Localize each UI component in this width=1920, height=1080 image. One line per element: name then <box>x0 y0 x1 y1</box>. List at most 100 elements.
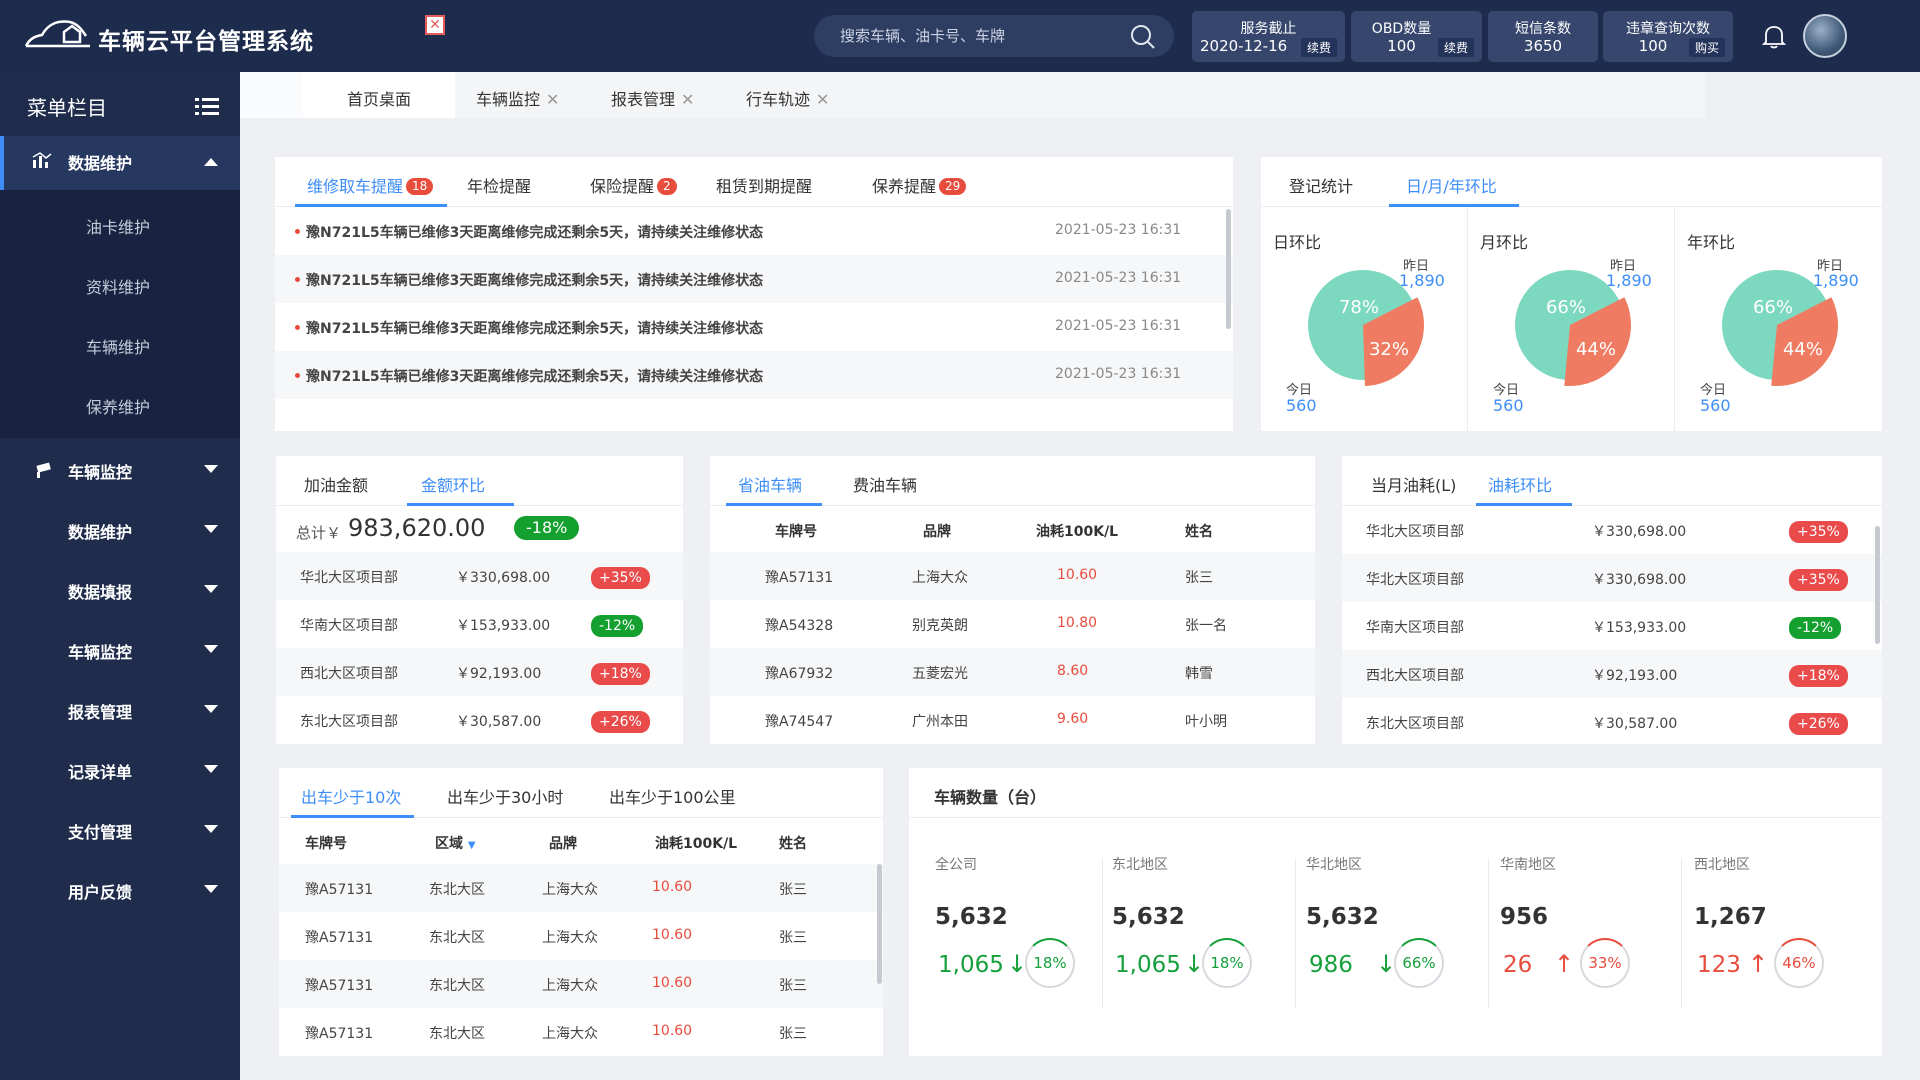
plate-number: 豫A57131 <box>765 570 834 586</box>
reminder-time: 2021-05-23 16:31 <box>1055 222 1182 238</box>
tab-trajectory[interactable]: 行车轨迹 ✕ <box>746 86 829 110</box>
table-row[interactable]: 华北大区项目部 ￥330,698.00 +35% <box>1342 506 1882 554</box>
panel-header: 出车少于10次 出车少于30小时 出车少于100公里 <box>279 768 883 818</box>
tab-hours-under-30[interactable]: 出车少于30小时 <box>447 784 563 808</box>
search-input[interactable]: 搜索车辆、油卡号、车牌 <box>840 25 1005 46</box>
table-row[interactable]: 豫A54328 别克英朗 10.80 张一名 <box>710 600 1315 648</box>
tab-period-ratio[interactable]: 日/月/年环比 <box>1406 173 1497 197</box>
table-row[interactable]: 西北大区项目部 ￥92,193.00 +18% <box>1342 650 1882 698</box>
driver-name: 韩雪 <box>1185 666 1213 682</box>
tab-amount-ratio[interactable]: 金额环比 <box>421 472 485 496</box>
bell-icon[interactable] <box>1760 22 1788 50</box>
fuel-efficiency-panel: 省油车辆 费油车辆 车牌号 品牌 油耗100K/L 姓名 豫A57131 上海大众… <box>710 456 1315 744</box>
renew-button[interactable]: 续费 <box>1437 38 1474 57</box>
scrollbar[interactable] <box>877 864 882 984</box>
tab-fuel-amount[interactable]: 加油金额 <box>304 472 368 496</box>
close-icon[interactable]: ✕ <box>546 90 559 109</box>
bullet-dot <box>295 277 300 282</box>
tab-maintenance[interactable]: 保养提醒 29 <box>872 173 967 197</box>
consumption-panel: 当月油耗(L) 油耗环比 华北大区项目部 ￥330,698.00 +35% 华北大区项… <box>1342 456 1882 744</box>
tab-annual-inspection[interactable]: 年检提醒 <box>467 173 531 197</box>
table-row[interactable]: 东北大区项目部 ￥30,587.00 +26% <box>276 696 683 744</box>
table-row[interactable]: 豫A57131 东北大区 上海大众 10.60 张三 <box>279 960 883 1008</box>
sidebar-item[interactable]: 记录详单 <box>0 747 240 791</box>
user-avatar[interactable] <box>1803 14 1847 58</box>
chevron-down-icon <box>204 885 218 893</box>
tab-vehicle-monitor[interactable]: 车辆监控 ✕ <box>476 86 559 110</box>
table-row[interactable]: 华南大区项目部 ￥153,933.00 -12% <box>1342 602 1882 650</box>
table-row[interactable]: 豫A67932 五菱宏光 8.60 韩雪 <box>710 648 1315 696</box>
table-row[interactable]: 豫A57131 东北大区 上海大众 10.60 张三 <box>279 864 883 912</box>
sidebar-item[interactable]: 数据维护 <box>0 507 240 551</box>
sidebar-item-vehicle-monitor[interactable]: 车辆监控 <box>0 447 240 491</box>
tab-consumption-ratio[interactable]: 油耗环比 <box>1488 472 1552 496</box>
close-icon[interactable]: ✕ <box>816 90 829 109</box>
region-name: 华北大区项目部 <box>1366 572 1464 588</box>
panel-title: 车辆数量（台） <box>934 788 1047 807</box>
region-name: 西北大区项目部 <box>300 666 398 682</box>
close-icon[interactable]: ✕ <box>681 90 694 109</box>
plate-number: 豫A57131 <box>305 978 374 994</box>
percent-ring: 18% <box>1202 938 1252 988</box>
table-row[interactable]: 华北大区项目部 ￥330,698.00 +35% <box>1342 554 1882 602</box>
sidebar-item-label: 数据维护 <box>68 523 133 542</box>
sidebar-item-data-maintenance[interactable]: 数据维护 <box>0 136 240 190</box>
tab-home[interactable]: 首页桌面 <box>303 72 455 118</box>
sidebar-subitem[interactable]: 油卡维护 <box>86 214 150 238</box>
table-row[interactable]: 华南大区项目部 ￥153,933.00 -12% <box>276 600 683 648</box>
sidebar-item[interactable]: 用户反馈 <box>0 867 240 911</box>
card-title: OBD数量 <box>1371 21 1432 37</box>
tab-registration-stats[interactable]: 登记统计 <box>1289 173 1353 197</box>
tab-insurance[interactable]: 保险提醒 2 <box>590 173 677 197</box>
region-total: 5,632 <box>1306 904 1379 930</box>
scrollbar[interactable] <box>1875 526 1880 644</box>
sidebar-subitem[interactable]: 车辆维护 <box>86 334 150 358</box>
sidebar-subitem[interactable]: 保养维护 <box>86 394 150 418</box>
tab-monthly-consumption[interactable]: 当月油耗(L) <box>1371 472 1456 496</box>
table-row[interactable]: 豫A57131 东北大区 上海大众 10.60 张三 <box>279 912 883 960</box>
region-name: 华南大区项目部 <box>1366 620 1464 636</box>
sort-caret-icon[interactable]: ▼ <box>468 840 476 851</box>
tab-label: 车辆监控 <box>476 90 541 109</box>
change-badge: +26% <box>1789 713 1848 735</box>
tab-trips-under-10[interactable]: 出车少于10次 <box>301 784 401 808</box>
search-box[interactable]: 搜索车辆、油卡号、车牌 <box>814 15 1174 57</box>
table-row[interactable]: 东北大区项目部 ￥30,587.00 +26% <box>1342 698 1882 746</box>
reminder-time: 2021-05-23 16:31 <box>1055 366 1182 382</box>
sidebar-item[interactable]: 支付管理 <box>0 807 240 851</box>
divider <box>1102 858 1103 1008</box>
table-row[interactable]: 豫A57131 上海大众 10.60 张三 <box>710 552 1315 600</box>
table-row[interactable]: 豫A74547 广州本田 9.60 叶小明 <box>710 696 1315 744</box>
sidebar-item-label: 车辆监控 <box>68 463 133 482</box>
list-item[interactable]: 豫N721L5车辆已维修3天距离维修完成还剩余5天，请持续关注维修状态 2021-… <box>275 351 1233 399</box>
search-icon[interactable] <box>1130 24 1156 50</box>
tab-repair-pickup[interactable]: 维修取车提醒 18 <box>307 173 434 197</box>
amount: ￥30,587.00 <box>1592 716 1678 732</box>
driver-name: 张三 <box>779 930 807 946</box>
tab-fuel-saving[interactable]: 省油车辆 <box>738 472 802 496</box>
tab-km-under-100[interactable]: 出车少于100公里 <box>609 784 736 808</box>
scrollbar[interactable] <box>1226 209 1231 329</box>
active-tab-underline <box>407 503 514 506</box>
tab-fuel-wasting[interactable]: 费油车辆 <box>853 472 917 496</box>
close-icon[interactable]: ✕ <box>425 15 445 35</box>
total-change-badge: -18% <box>514 516 580 540</box>
table-row[interactable]: 西北大区项目部 ￥92,193.00 +18% <box>276 648 683 696</box>
chevron-up-icon <box>204 158 218 166</box>
change-badge: +35% <box>1789 521 1848 543</box>
column-header[interactable]: 区域 ▼ <box>435 833 476 853</box>
sidebar-item[interactable]: 报表管理 <box>0 687 240 731</box>
list-item[interactable]: 豫N721L5车辆已维修3天距离维修完成还剩余5天，请持续关注维修状态 2021-… <box>275 255 1233 303</box>
tab-lease-expiry[interactable]: 租赁到期提醒 <box>716 173 812 197</box>
buy-button[interactable]: 购买 <box>1688 38 1725 57</box>
sidebar-subitem[interactable]: 资料维护 <box>86 274 150 298</box>
table-row[interactable]: 豫A57131 东北大区 上海大众 10.60 张三 <box>279 1008 883 1056</box>
tab-reports[interactable]: 报表管理 ✕ <box>611 86 694 110</box>
chart-icon <box>32 152 52 168</box>
list-item[interactable]: 豫N721L5车辆已维修3天距离维修完成还剩余5天，请持续关注维修状态 2021-… <box>275 303 1233 351</box>
table-row[interactable]: 华北大区项目部 ￥330,698.00 +35% <box>276 552 683 600</box>
list-item[interactable]: 豫N721L5车辆已维修3天距离维修完成还剩余5天，请持续关注维修状态 2021-… <box>275 207 1233 255</box>
sidebar-item[interactable]: 车辆监控 <box>0 627 240 671</box>
sidebar-item[interactable]: 数据填报 <box>0 567 240 611</box>
list-menu-icon[interactable] <box>195 96 219 116</box>
